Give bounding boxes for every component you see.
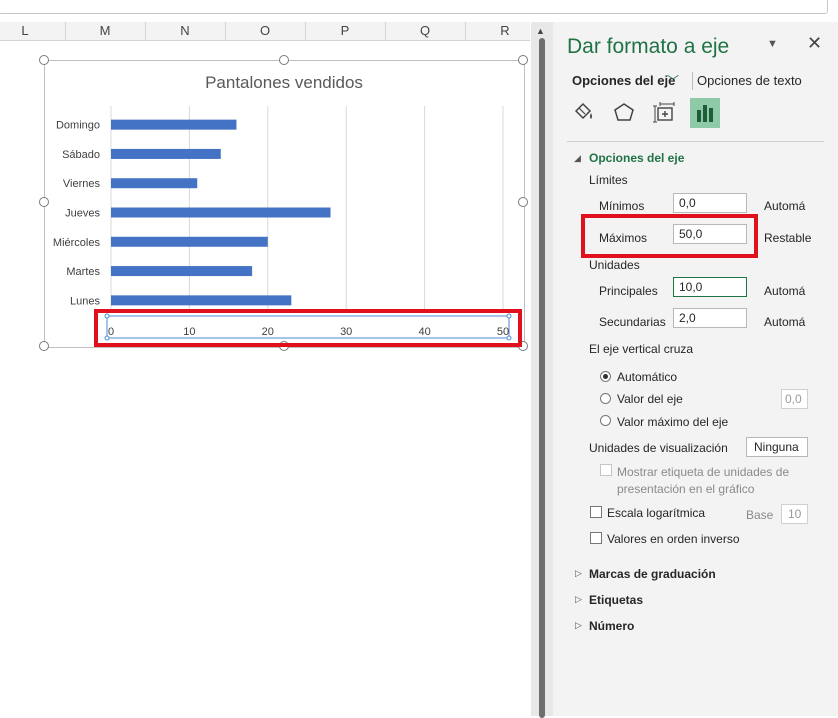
maximum-reset-button[interactable]: Restable bbox=[764, 231, 811, 245]
radio-max-axis-value[interactable] bbox=[600, 415, 611, 426]
category-label: Domingo bbox=[56, 120, 100, 132]
bar[interactable] bbox=[111, 266, 253, 277]
section-tick-marks[interactable]: Marcas de graduación bbox=[589, 567, 716, 581]
axis-highlight-box bbox=[94, 309, 522, 347]
vertical-axis-crosses-label: El eje vertical cruza bbox=[589, 342, 694, 356]
minor-auto-button[interactable]: Automá bbox=[764, 315, 805, 329]
expand-icon[interactable]: ▷ bbox=[575, 568, 582, 579]
minimum-label: Mínimos bbox=[599, 199, 645, 213]
column-header-Q[interactable]: Q bbox=[385, 23, 465, 38]
icon-row-divider bbox=[567, 141, 824, 142]
log-scale-checkbox[interactable] bbox=[590, 506, 602, 518]
radio-max-axis-value-label[interactable]: Valor máximo del eje bbox=[617, 415, 728, 429]
major-auto-button[interactable]: Automá bbox=[764, 284, 805, 298]
tab-axis-options[interactable]: Opciones del eje bbox=[572, 73, 675, 88]
section-number[interactable]: Número bbox=[589, 619, 634, 633]
category-label: Martes bbox=[66, 266, 100, 278]
section-labels[interactable]: Etiquetas bbox=[589, 593, 643, 607]
show-units-label-text-1: Mostrar etiqueta de unidades de bbox=[617, 465, 790, 479]
bar[interactable] bbox=[111, 207, 331, 218]
size-properties-icon[interactable] bbox=[649, 98, 679, 128]
category-label: Lunes bbox=[70, 295, 100, 307]
base-label: Base bbox=[746, 508, 774, 522]
log-scale-label[interactable]: Escala logarítmica bbox=[607, 506, 705, 520]
resize-handle[interactable] bbox=[518, 197, 528, 207]
vertical-scrollbar[interactable]: ▲ bbox=[531, 22, 553, 718]
resize-handle[interactable] bbox=[39, 55, 49, 65]
units-label: Unidades bbox=[589, 258, 640, 272]
minimum-auto-button[interactable]: Automá bbox=[764, 199, 805, 213]
axis-options-icon[interactable] bbox=[690, 98, 720, 128]
format-axis-pane: Dar formato a eje ▼ ✕ Opciones del eje ﹀… bbox=[553, 22, 838, 716]
resize-handle[interactable] bbox=[518, 55, 528, 65]
fill-line-icon[interactable] bbox=[568, 98, 598, 128]
resize-handle[interactable] bbox=[39, 341, 49, 351]
radio-automatic-label[interactable]: Automático bbox=[617, 370, 677, 384]
effects-pentagon-icon[interactable] bbox=[609, 98, 639, 128]
reverse-order-label[interactable]: Valores en orden inverso bbox=[607, 532, 740, 546]
radio-automatic[interactable] bbox=[600, 371, 611, 382]
section-collapse-icon[interactable]: ◢ bbox=[574, 153, 581, 164]
column-headers: L M N O P Q R bbox=[0, 22, 530, 41]
formula-bar[interactable] bbox=[0, 0, 828, 14]
base-input[interactable]: 10 bbox=[781, 504, 808, 524]
display-units-select[interactable]: Ninguna bbox=[746, 437, 808, 457]
minimum-input[interactable]: 0,0 bbox=[673, 193, 747, 213]
display-units-label: Unidades de visualización bbox=[589, 441, 728, 455]
scroll-up-icon[interactable]: ▲ bbox=[536, 26, 545, 36]
bar[interactable] bbox=[111, 295, 292, 306]
category-label: Sábado bbox=[62, 149, 100, 161]
chart-plot: Pantalones vendidos Domingo Sábado Viernes… bbox=[53, 73, 512, 341]
resize-handle[interactable] bbox=[39, 197, 49, 207]
pane-title: Dar formato a eje bbox=[567, 35, 730, 58]
scrollbar-thumb[interactable] bbox=[539, 38, 545, 718]
bar[interactable] bbox=[111, 119, 237, 130]
reverse-order-checkbox[interactable] bbox=[590, 532, 602, 544]
bar[interactable] bbox=[111, 236, 268, 247]
tab-separator bbox=[692, 72, 693, 90]
maximum-highlight-box bbox=[581, 214, 758, 258]
minor-unit-input[interactable]: 2,0 bbox=[673, 308, 747, 328]
resize-handle[interactable] bbox=[279, 55, 289, 65]
close-icon[interactable]: ✕ bbox=[807, 33, 822, 54]
formula-bar-strip bbox=[0, 0, 838, 22]
category-label: Miércoles bbox=[53, 237, 101, 249]
pane-options-caret-icon[interactable]: ▼ bbox=[767, 38, 778, 50]
chart-title[interactable]: Pantalones vendidos bbox=[205, 73, 363, 92]
column-header-L[interactable]: L bbox=[0, 23, 65, 38]
minor-unit-label: Secundarias bbox=[599, 315, 666, 329]
chevron-down-icon[interactable]: ﹀ bbox=[667, 72, 679, 89]
major-unit-label: Principales bbox=[599, 284, 658, 298]
major-unit-input[interactable]: 10,0 bbox=[673, 277, 747, 297]
radio-axis-value[interactable] bbox=[600, 393, 611, 404]
show-units-label-text-2: presentación en el gráfico bbox=[617, 482, 755, 496]
column-header-P[interactable]: P bbox=[305, 23, 385, 38]
category-label: Jueves bbox=[65, 208, 100, 220]
column-header-M[interactable]: M bbox=[65, 23, 145, 38]
axis-value-input[interactable]: 0,0 bbox=[781, 389, 808, 409]
section-axis-options[interactable]: Opciones del eje bbox=[589, 151, 684, 165]
bar-chart[interactable]: Pantalones vendidos Domingo Sábado Viernes… bbox=[44, 60, 525, 348]
column-header-N[interactable]: N bbox=[145, 23, 225, 38]
show-units-label-checkbox[interactable] bbox=[600, 464, 612, 476]
bar[interactable] bbox=[111, 148, 221, 159]
radio-selected-dot bbox=[603, 374, 608, 379]
expand-icon[interactable]: ▷ bbox=[575, 620, 582, 631]
bar[interactable] bbox=[111, 178, 198, 189]
column-header-O[interactable]: O bbox=[225, 23, 305, 38]
expand-icon[interactable]: ▷ bbox=[575, 594, 582, 605]
limits-label: Límites bbox=[589, 173, 628, 187]
radio-axis-value-label[interactable]: Valor del eje bbox=[617, 392, 683, 406]
category-label: Viernes bbox=[63, 178, 101, 190]
tab-text-options[interactable]: Opciones de texto bbox=[697, 73, 802, 88]
